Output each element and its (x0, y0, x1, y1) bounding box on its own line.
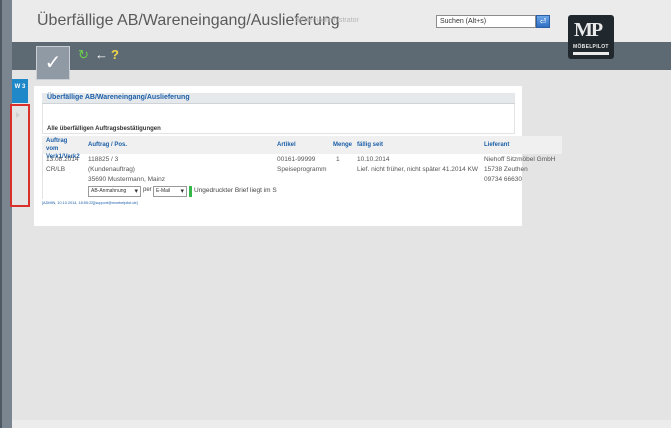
back-icon[interactable]: ← (95, 47, 108, 62)
logo-bar (573, 52, 609, 55)
cell-artikel-name: Speiseprogramm (277, 166, 327, 173)
bottom-strip (12, 420, 671, 428)
logo-mark: MP (574, 19, 603, 41)
cell-faellig-datum: 10.10.2014 (357, 156, 390, 163)
section-header: Überfällige AB/Wareneingang/Auslieferung (42, 93, 515, 104)
cell-kunde: 35690 Mustermann, Mainz (88, 176, 165, 183)
cell-auftrag-datum: 13.08.2014 (46, 156, 79, 163)
window-tab[interactable]: W 3 (12, 79, 28, 103)
search-button[interactable]: ⏎ (536, 15, 550, 28)
highlight-side-panel-toggle[interactable] (10, 104, 30, 207)
mahnung-type-value: AB-Anmahnung (91, 188, 127, 194)
confirm-button[interactable]: ✓ (36, 46, 70, 80)
cell-lieferant-ort: 15738 Zeuthen (484, 166, 528, 173)
left-frame-bar (0, 0, 12, 428)
column-header-lieferant[interactable]: Lieferant (484, 141, 509, 149)
cell-auftrag-nummer[interactable]: 118825 / 3 (88, 155, 118, 165)
logo-wordmark: MÖBELPILOT (573, 44, 609, 50)
help-icon[interactable]: ? (111, 47, 119, 62)
section-title: Überfällige AB/Wareneingang/Auslieferung (47, 94, 190, 101)
moebelpilot-logo: MP MÖBELPILOT (568, 15, 614, 59)
row-border-left (42, 154, 43, 199)
refresh-icon[interactable]: ↻ (78, 47, 89, 63)
current-user: Systemadministrator (295, 17, 359, 24)
column-header-auftrag-pos[interactable]: Auftrag / Pos. (88, 141, 127, 149)
per-label: per (143, 187, 152, 193)
mahnung-type-select[interactable]: AB-Anmahnung ▾ (88, 186, 141, 197)
chevron-down-icon: ▾ (134, 188, 138, 195)
cell-auftrag-typ: (Kundenauftrag) (88, 166, 135, 173)
column-header-faellig-seit[interactable]: fällig seit (357, 141, 383, 149)
unprinted-letter-note: Ungedruckter Brief liegt im S (194, 187, 277, 194)
cell-lieferant[interactable]: Niehoff Sitzmöbel GmbH (484, 155, 555, 165)
chevron-down-icon: ▾ (180, 188, 184, 195)
cell-artikel-nummer[interactable]: 00161-99999 (277, 155, 315, 165)
channel-value: E-Mail (156, 188, 171, 194)
cell-verkaeufer: CR/LB (46, 166, 66, 173)
cell-lieferhinweis: Lief. nicht früher, nicht später 41.2014… (357, 166, 479, 173)
list-caption: Alle überfälligen Auftragsbestätigungen (47, 126, 161, 132)
search-input[interactable]: Suchen (Alt+s) (436, 15, 536, 28)
column-header-artikel[interactable]: Artikel (277, 141, 296, 149)
expand-arrow-icon (16, 112, 20, 118)
record-meta[interactable]: [ADMIN, 10.10.2014, 18:55:22][support@mo… (42, 201, 138, 205)
cell-menge: 1 (336, 156, 340, 163)
status-indicator (189, 186, 192, 197)
search-arrow-icon: ⏎ (539, 17, 547, 26)
left-frame-stripe (0, 0, 2, 428)
cell-lieferant-telefon: 09734 66630 (484, 176, 522, 183)
channel-select[interactable]: E-Mail ▾ (153, 186, 187, 197)
column-header-menge[interactable]: Menge (333, 141, 352, 149)
